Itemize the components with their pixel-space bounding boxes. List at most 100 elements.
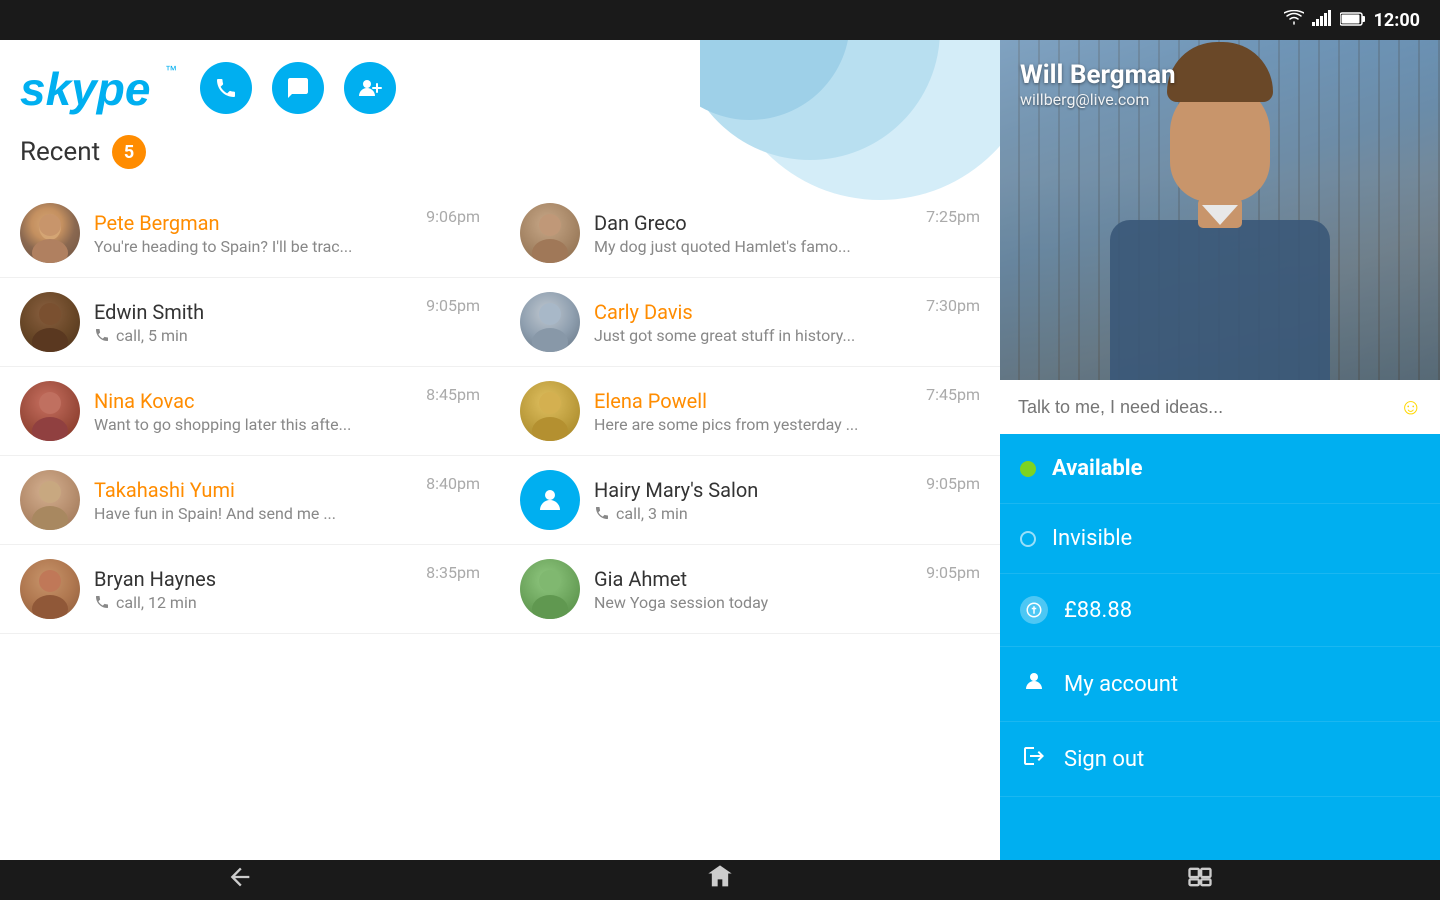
chat-name-takahashi: Takahashi Yumi [94,478,412,502]
available-dot [1020,461,1036,477]
chat-name-gia: Gia Ahmet [594,567,912,591]
chat-name-edwin: Edwin Smith [94,300,412,324]
my-account-item[interactable]: My account [1000,647,1440,722]
chat-preview-dan: My dog just quoted Hamlet's famo... [594,237,912,256]
svg-text:skype: skype [20,63,150,115]
available-label: Available [1052,456,1143,481]
chat-column-right: Dan Greco My dog just quoted Hamlet's fa… [500,189,1000,634]
chat-item-pete[interactable]: Pete Bergman You're heading to Spain? I'… [0,189,500,278]
chat-time-edwin: 9:05pm [426,292,480,315]
chat-info-bryan: Bryan Haynes call, 12 min [94,567,412,612]
recents-button[interactable] [1146,863,1254,897]
chat-preview-pete: You're heading to Spain? I'll be trac... [94,237,412,256]
chat-time-pete: 9:06pm [426,203,480,226]
chat-time-dan: 7:25pm [926,203,980,226]
chat-time-carly: 7:30pm [926,292,980,315]
chat-item-bryan[interactable]: Bryan Haynes call, 12 min 8:35pm [0,545,500,634]
avatar-elena [520,381,580,441]
chat-name-carly: Carly Davis [594,300,912,324]
chat-info-elena: Elena Powell Here are some pics from yes… [594,389,912,434]
app-container: skype ™ [0,40,1440,860]
svg-text:™: ™ [165,63,177,77]
chat-item-takahashi[interactable]: Takahashi Yumi Have fun in Spain! And se… [0,456,500,545]
chat-info-gia: Gia Ahmet New Yoga session today [594,567,912,612]
status-invisible-item[interactable]: Invisible [1000,504,1440,574]
chat-time-bryan: 8:35pm [426,559,480,582]
chat-time-nina: 8:45pm [426,381,480,404]
credit-label: £88.88 [1064,598,1132,623]
signal-icon [1312,10,1332,30]
credit-item[interactable]: £88.88 [1000,574,1440,647]
chat-name-elena: Elena Powell [594,389,912,413]
recent-header: Recent 5 [0,135,1000,189]
status-bar: 12:00 [0,0,1440,40]
chat-preview-edwin: call, 5 min [94,326,412,345]
account-icon [1020,669,1048,699]
home-button[interactable] [666,863,774,897]
chat-item-carly[interactable]: Carly Davis Just got some great stuff in… [500,278,1000,367]
chat-time-takahashi: 8:40pm [426,470,480,493]
chat-info-nina: Nina Kovac Want to go shopping later thi… [94,389,412,434]
mood-input[interactable] [1018,397,1390,418]
mood-input-container[interactable]: ☺ [1000,380,1440,434]
add-contact-button[interactable] [344,62,396,114]
app-header: skype ™ [0,60,1000,135]
chat-item-nina[interactable]: Nina Kovac Want to go shopping later thi… [0,367,500,456]
my-account-label: My account [1064,672,1178,697]
left-panel: skype ™ [0,40,1000,860]
chat-name-bryan: Bryan Haynes [94,567,412,591]
chat-info-salon: Hairy Mary's Salon call, 3 min [594,478,912,523]
chat-preview-carly: Just got some great stuff in history... [594,326,912,345]
battery-icon [1340,11,1366,30]
chat-item-dan[interactable]: Dan Greco My dog just quoted Hamlet's fa… [500,189,1000,278]
chat-name-nina: Nina Kovac [94,389,412,413]
invisible-label: Invisible [1052,526,1132,551]
sign-out-label: Sign out [1064,747,1144,772]
chat-preview-salon: call, 3 min [594,504,912,523]
profile-info: Will Bergman willberg@live.com [1020,60,1176,109]
chat-info-pete: Pete Bergman You're heading to Spain? I'… [94,211,412,256]
message-button[interactable] [272,62,324,114]
emoji-button[interactable]: ☺ [1400,394,1422,420]
back-button[interactable] [186,863,294,897]
nav-bar [0,860,1440,900]
time-display: 12:00 [1374,10,1420,31]
recent-label: Recent [20,137,100,167]
chat-item-salon[interactable]: Hairy Mary's Salon call, 3 min 9:05pm [500,456,1000,545]
chat-info-edwin: Edwin Smith call, 5 min [94,300,412,345]
right-sidebar: Will Bergman willberg@live.com ☺ Availab… [1000,40,1440,860]
sign-out-item[interactable]: Sign out [1000,722,1440,797]
avatar-nina [20,381,80,441]
avatar-edwin [20,292,80,352]
avatar-bryan [20,559,80,619]
profile-name: Will Bergman [1020,60,1176,90]
chat-preview-bryan: call, 12 min [94,593,412,612]
chat-time-gia: 9:05pm [926,559,980,582]
sidebar-menu: ☺ Available Invisible £88. [1000,380,1440,860]
chat-info-dan: Dan Greco My dog just quoted Hamlet's fa… [594,211,912,256]
status-icons: 12:00 [1284,10,1420,31]
sign-out-icon [1020,744,1048,774]
chat-name-dan: Dan Greco [594,211,912,235]
chat-item-edwin[interactable]: Edwin Smith call, 5 min 9:05pm [0,278,500,367]
profile-email: willberg@live.com [1020,90,1176,109]
chat-preview-takahashi: Have fun in Spain! And send me ... [94,504,412,523]
unread-badge: 5 [112,135,146,169]
chat-item-gia[interactable]: Gia Ahmet New Yoga session today 9:05pm [500,545,1000,634]
skype-credit-icon [1020,596,1048,624]
chat-time-salon: 9:05pm [926,470,980,493]
chat-preview-gia: New Yoga session today [594,593,912,612]
chat-item-elena[interactable]: Elena Powell Here are some pics from yes… [500,367,1000,456]
chat-preview-elena: Here are some pics from yesterday ... [594,415,912,434]
chat-name-pete: Pete Bergman [94,211,412,235]
chat-time-elena: 7:45pm [926,381,980,404]
call-button[interactable] [200,62,252,114]
status-available-item[interactable]: Available [1000,434,1440,504]
chat-preview-nina: Want to go shopping later this afte... [94,415,412,434]
wifi-icon [1284,10,1304,30]
avatar-dan [520,203,580,263]
chat-list: Pete Bergman You're heading to Spain? I'… [0,189,1000,634]
avatar-takahashi [20,470,80,530]
chat-column-left: Pete Bergman You're heading to Spain? I'… [0,189,500,634]
avatar-carly [520,292,580,352]
